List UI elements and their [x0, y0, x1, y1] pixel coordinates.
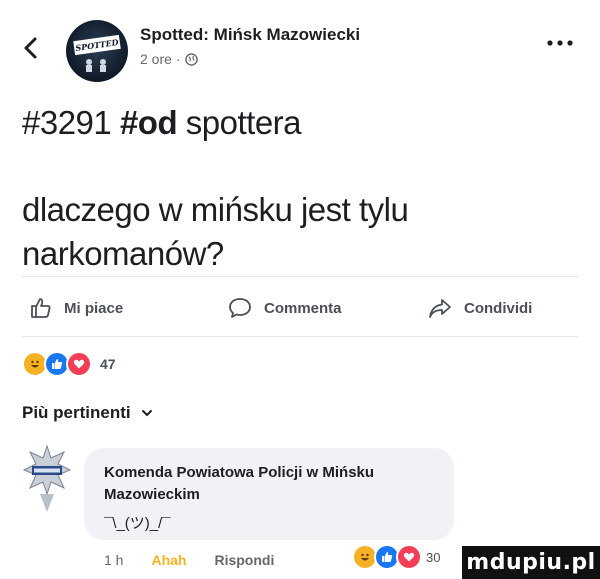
hashtag-rest: spottera: [185, 104, 302, 141]
police-badge-avatar[interactable]: [22, 444, 72, 514]
reactions-summary[interactable]: 47: [22, 351, 116, 377]
comment-author[interactable]: Komenda Powiatowa Policji w Mińsku Mazow…: [104, 462, 444, 506]
share-arrow-icon: [429, 299, 451, 318]
share-button[interactable]: Condividi: [428, 296, 532, 320]
reactions-count: 47: [100, 356, 116, 372]
hashtag-number[interactable]: #3291: [22, 104, 112, 141]
comment-bubble-icon: [229, 298, 251, 318]
thumbs-up-icon: [31, 298, 51, 318]
divider-bottom: [22, 336, 578, 337]
more-options-icon[interactable]: [545, 38, 575, 48]
comment-text: ¯\_(ツ)_/¯: [104, 515, 171, 532]
post-hashtags: #3291 #od spottera: [22, 104, 302, 142]
hashtag-od[interactable]: #od: [120, 104, 178, 141]
page-avatar[interactable]: SPOTTED: [66, 20, 128, 82]
comment-reactions-summary[interactable]: 30: [352, 544, 441, 570]
reply-link[interactable]: Rispondi: [214, 552, 274, 568]
globe-icon: [184, 52, 198, 66]
love-reaction-icon: [66, 351, 92, 377]
comment-time: 1 h: [104, 552, 124, 568]
back-arrow-icon[interactable]: [22, 36, 40, 60]
comment-label: Commenta: [264, 299, 342, 317]
love-reaction-icon: [396, 544, 422, 570]
divider-top: [22, 276, 578, 277]
chevron-down-icon: [141, 410, 152, 417]
share-label: Condividi: [464, 299, 533, 317]
post-meta: 2 ore ·: [140, 51, 198, 67]
watermark-logo: mdupiu.pl: [462, 546, 600, 579]
sort-label: Più pertinenti: [22, 403, 131, 422]
meta-separator: ·: [175, 51, 181, 67]
page-name[interactable]: Spotted: Mińsk Mazowiecki: [140, 25, 360, 45]
like-label: Mi piace: [64, 299, 124, 317]
post-time: 2 ore: [140, 51, 172, 67]
avatar-figures-icon: [86, 59, 106, 72]
comment-reaction-link[interactable]: Ahah: [151, 552, 186, 568]
like-button[interactable]: Mi piace: [30, 296, 123, 320]
post-text: dlaczego w mińsku jest tylu narkomanów?: [22, 191, 409, 272]
comment-sort-dropdown[interactable]: Più pertinenti: [22, 403, 153, 423]
avatar-badge-text: SPOTTED: [73, 34, 121, 56]
comment-reactions-count: 30: [426, 549, 441, 565]
comment-meta: 1 h Ahah Rispondi: [104, 552, 274, 568]
comment-button[interactable]: Commenta: [228, 296, 342, 320]
